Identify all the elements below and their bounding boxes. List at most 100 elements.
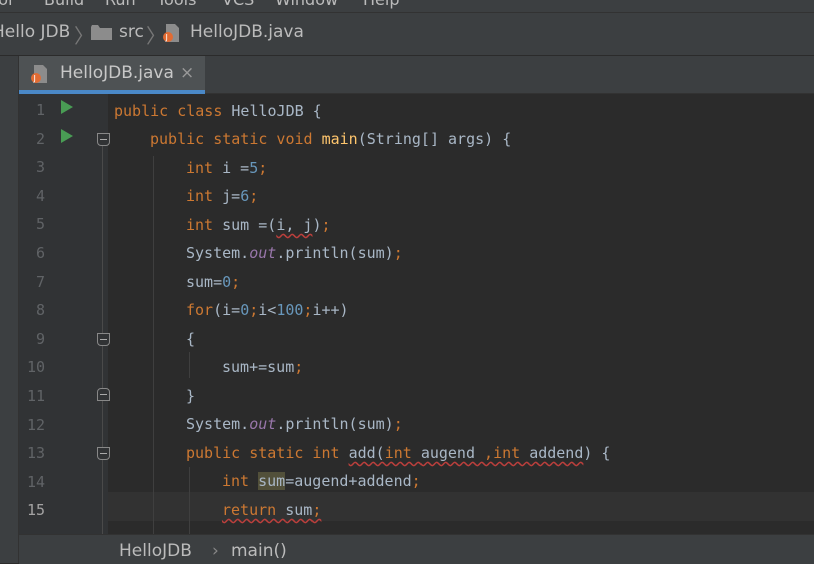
line-number: 1	[35, 101, 45, 119]
code-line[interactable]: sum+=sum;	[222, 357, 303, 377]
token-semicolon: ;	[393, 415, 403, 433]
token-keyword: for	[186, 301, 214, 319]
token-error: (	[375, 444, 385, 462]
line-number: 9	[35, 329, 45, 348]
line-number: 12	[26, 415, 45, 434]
token-params: (String[] args) {	[357, 130, 512, 148]
token-class-name: HelloJDB	[231, 102, 304, 120]
token-method: main	[321, 130, 358, 148]
line-number: 15	[26, 501, 45, 520]
token-keyword: int	[384, 444, 421, 462]
token-number: 6	[240, 187, 250, 205]
code-line[interactable]: public static int add(int augend ,int ad…	[186, 443, 610, 463]
token-keyword: int	[186, 187, 223, 205]
line-number: 5	[35, 215, 45, 234]
tab-hellojdb-java[interactable]: J HelloJDB.java ×	[19, 56, 205, 94]
token-method-error: add	[348, 444, 376, 462]
token-text: (i=	[213, 301, 241, 319]
breadcrumb-project[interactable]: Hello JDB	[0, 22, 70, 42]
token-text: =	[231, 187, 241, 205]
menu-help[interactable]: Help	[363, 0, 399, 9]
token-keyword: int	[493, 444, 530, 462]
token-text: System.	[186, 244, 250, 262]
token-keyword: return	[222, 501, 286, 519]
line-number: 7	[35, 272, 45, 291]
indent-guide	[189, 352, 190, 378]
token-keyword: int	[186, 216, 223, 234]
code-line[interactable]: for(i=0;i<100;i++)	[186, 300, 349, 320]
token-error: sum	[285, 501, 313, 519]
run-class-icon[interactable]	[61, 100, 73, 114]
token-highlighted: sum	[258, 472, 286, 490]
token-text: System.	[186, 415, 250, 433]
token-number: 0	[222, 273, 232, 291]
current-line-highlight	[108, 492, 814, 521]
token-text: .println(sum)	[276, 415, 394, 433]
code-line[interactable]: System.out.println(sum);	[186, 414, 403, 434]
token-error: augend	[420, 444, 475, 462]
token-text: i<	[258, 301, 277, 319]
line-number: 2	[35, 129, 45, 148]
tool-window-strip	[0, 56, 19, 563]
token-number: 100	[276, 301, 304, 319]
fold-toggle-icon[interactable]	[97, 333, 110, 346]
code-line[interactable]: int sum=augend+addend;	[222, 471, 421, 491]
token-brace: }	[186, 387, 196, 405]
run-main-icon[interactable]	[61, 129, 73, 143]
token-error: addend	[529, 444, 584, 462]
line-number: 11	[26, 387, 45, 405]
code-line[interactable]: public static void main(String[] args) {	[150, 129, 511, 149]
token-keyword: public static void	[150, 130, 322, 148]
token-text: i =	[222, 159, 250, 177]
menu-vcs[interactable]: VCS	[222, 0, 254, 9]
token-keyword: public static int	[186, 444, 349, 462]
menu-build[interactable]: Build	[44, 0, 84, 9]
code-line[interactable]: return sum;	[222, 500, 321, 520]
token-semicolon: ;	[249, 187, 259, 205]
status-separator: ›	[212, 541, 219, 561]
indent-guide	[189, 467, 190, 534]
close-icon[interactable]: ×	[180, 63, 194, 83]
token-static-field: out	[249, 415, 277, 433]
token-semicolon: ;	[312, 501, 322, 519]
line-number: 8	[35, 301, 45, 320]
menu-window[interactable]: Window	[275, 0, 338, 9]
code-line[interactable]: int sum =(i, j);	[186, 215, 331, 235]
breadcrumb-src[interactable]: src	[119, 22, 144, 42]
token-static-field: out	[249, 244, 277, 262]
line-number: 10	[26, 358, 45, 377]
token-keyword: public class	[114, 102, 232, 120]
token-keyword: int	[186, 159, 223, 177]
status-method[interactable]: main()	[231, 541, 287, 561]
menu-run[interactable]: Run	[105, 0, 136, 9]
token-brace: {	[186, 330, 196, 348]
code-line[interactable]: }	[186, 386, 195, 406]
fold-toggle-icon[interactable]	[97, 388, 110, 401]
token-text: j	[222, 187, 232, 205]
token-text: .println(sum)	[276, 244, 394, 262]
token-text: i++)	[312, 301, 349, 319]
token-text: sum+=sum	[222, 358, 295, 376]
line-number: 14	[26, 472, 45, 491]
code-line[interactable]: int j=6;	[186, 186, 258, 206]
status-class[interactable]: HelloJDB	[119, 541, 192, 561]
token-error: i, j	[276, 216, 313, 234]
menu-tools[interactable]: Tools	[157, 0, 196, 9]
code-line[interactable]: {	[186, 329, 195, 349]
code-line[interactable]: System.out.println(sum);	[186, 243, 403, 263]
token-semicolon: ;	[231, 273, 241, 291]
menu-bar: tor Build Run Tools VCS Window Help	[0, 0, 814, 13]
editor-tab-bar: J HelloJDB.java ×	[19, 56, 814, 94]
fold-toggle-icon[interactable]	[97, 133, 110, 146]
token-semicolon: ;	[411, 472, 421, 490]
code-line[interactable]: int i =5;	[186, 158, 267, 178]
breadcrumb-file[interactable]: HelloJDB.java	[190, 22, 304, 42]
menu-edit[interactable]: tor	[0, 0, 15, 9]
editor-breadcrumb-bar: HelloJDB › main()	[19, 534, 814, 564]
fold-toggle-icon[interactable]	[97, 447, 110, 460]
token-number: 5	[249, 159, 259, 177]
code-line[interactable]: public class HelloJDB {	[114, 101, 322, 121]
code-line[interactable]: sum=0;	[186, 272, 240, 292]
svg-text:J: J	[165, 33, 168, 42]
java-file-icon: J	[163, 24, 179, 42]
